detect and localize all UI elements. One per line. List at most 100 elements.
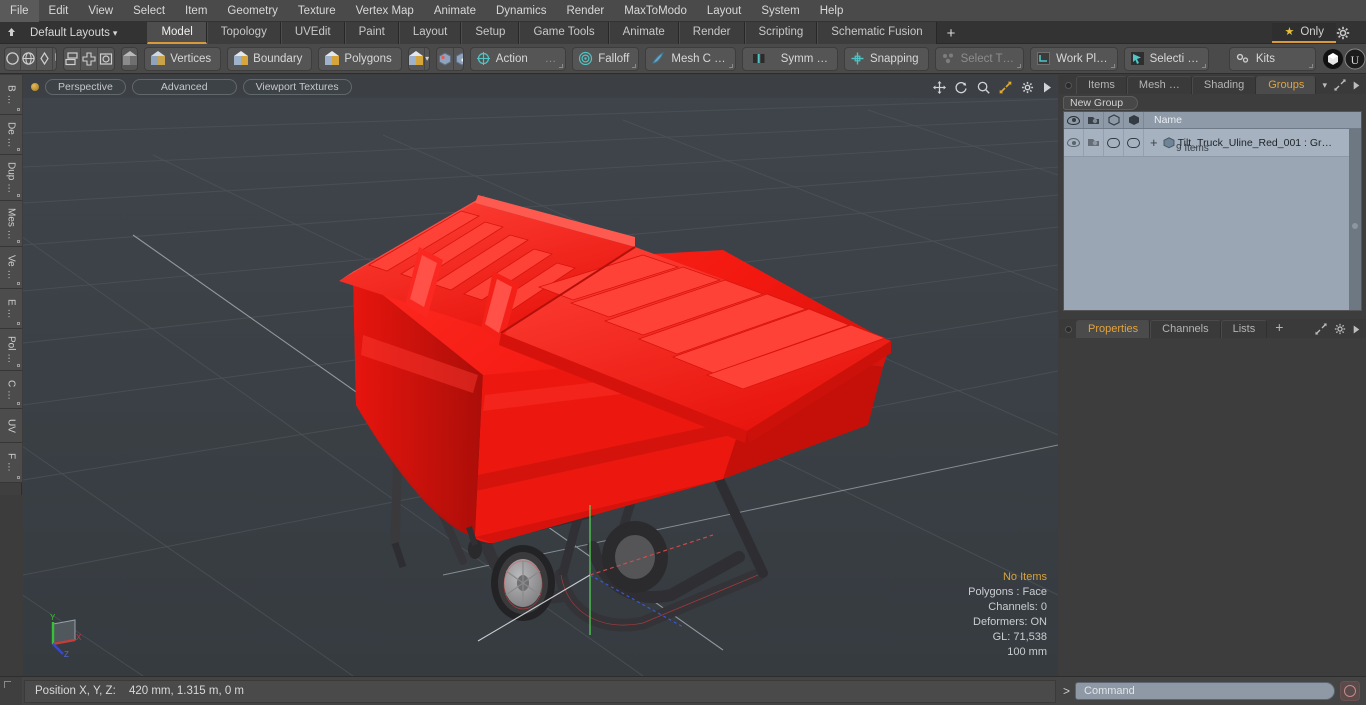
menu-item-edit[interactable]: Edit [39, 0, 79, 22]
sidebar-item-vertex[interactable]: Ve … [0, 247, 22, 289]
tab-schematic-fusion[interactable]: Schematic Fusion [817, 21, 937, 44]
row-shade-toggle[interactable] [1124, 129, 1144, 156]
popout-icon[interactable] [1334, 79, 1346, 91]
tab-setup[interactable]: Setup [461, 21, 520, 44]
select-through-button[interactable]: Select T… [934, 46, 1025, 71]
tab-shading[interactable]: Shading [1191, 76, 1257, 94]
snapping-button[interactable]: Snapping [843, 46, 929, 71]
tab-properties[interactable]: Properties [1076, 320, 1151, 338]
add-tab-button[interactable]: + [937, 24, 966, 44]
table-row[interactable]: + Tilt_Truck_Uline_Red_001 : Gr… 9 Items [1064, 129, 1361, 157]
menu-item-texture[interactable]: Texture [288, 0, 346, 22]
wire-icon[interactable] [1104, 112, 1124, 128]
only-toggle-button[interactable]: ★ Only [1272, 22, 1336, 43]
array-icon[interactable] [81, 47, 98, 70]
layout-selector[interactable]: Default Layouts ▾ [22, 27, 125, 39]
sidebar-item-polygon[interactable]: Pol … [0, 329, 22, 371]
selection-mode-vertices[interactable]: Vertices [144, 46, 222, 71]
menu-item-select[interactable]: Select [123, 0, 175, 22]
sidebar-item-curve[interactable]: C … [0, 371, 22, 409]
tab-channels[interactable]: Channels [1150, 320, 1221, 338]
panel-menu-dot-icon[interactable] [1065, 326, 1072, 333]
tab-animate[interactable]: Animate [608, 21, 679, 44]
globe-icon[interactable] [21, 47, 37, 70]
gear-icon[interactable] [1021, 81, 1034, 94]
command-record-button[interactable] [1340, 681, 1360, 701]
row-render-toggle[interactable] [1084, 129, 1104, 156]
modo-logo-icon[interactable] [1322, 47, 1344, 71]
viewport-textures-selector[interactable]: Viewport Textures [242, 78, 352, 95]
mirror-icon[interactable] [64, 47, 81, 70]
unreal-logo-icon[interactable]: U [1344, 47, 1366, 71]
selection-mode-boundary[interactable]: Boundary [227, 46, 313, 71]
new-group-button[interactable]: New Group [1063, 95, 1139, 110]
row-wire-toggle[interactable] [1104, 129, 1124, 156]
menu-item-geometry[interactable]: Geometry [217, 0, 288, 22]
gear-icon[interactable] [1336, 26, 1362, 40]
circle-icon[interactable] [5, 47, 21, 70]
tab-mesh[interactable]: Mesh … [1126, 76, 1192, 94]
sidebar-item-basic[interactable]: B … [0, 75, 22, 115]
command-input[interactable]: Command [1075, 682, 1335, 700]
visible-eye-icon[interactable] [1064, 112, 1084, 128]
material-b-icon[interactable] [454, 48, 463, 70]
tab-render[interactable]: Render [678, 21, 745, 44]
menu-item-item[interactable]: Item [175, 0, 217, 22]
tab-layout[interactable]: Layout [398, 21, 462, 44]
tab-items[interactable]: Items [1076, 76, 1127, 94]
radial-icon[interactable] [115, 47, 116, 71]
popout-icon[interactable] [1315, 323, 1327, 335]
menu-item-help[interactable]: Help [810, 0, 854, 22]
row-name-cell[interactable]: + Tilt_Truck_Uline_Red_001 : Gr… 9 Items [1144, 129, 1361, 156]
cube-items-icon[interactable] [409, 47, 425, 70]
action-center-button[interactable]: Action … [469, 46, 567, 71]
rotate-icon[interactable] [955, 81, 968, 94]
groups-list[interactable]: Name + Tilt_Truck_Uline_Red_001 : Gr… 9 … [1063, 111, 1362, 311]
sidebar-item-deform[interactable]: De … [0, 115, 22, 155]
expand-icon[interactable] [999, 81, 1012, 94]
symmetry-button[interactable]: Symm … [741, 46, 838, 71]
kits-button[interactable]: Kits [1228, 46, 1316, 71]
sidebar-item-fusion[interactable]: F … [0, 443, 22, 483]
tab-scripting[interactable]: Scripting [744, 21, 818, 44]
tab-uvedit[interactable]: UVEdit [280, 21, 345, 44]
sidebar-item-edge[interactable]: E … [0, 289, 22, 329]
expand-toggle[interactable]: + [1148, 136, 1160, 149]
panel-menu-dot-icon[interactable] [1065, 82, 1072, 89]
menu-item-animate[interactable]: Animate [424, 0, 486, 22]
viewport-shading-selector[interactable]: Advanced [131, 78, 237, 95]
menu-item-system[interactable]: System [751, 0, 809, 22]
menu-item-dynamics[interactable]: Dynamics [486, 0, 556, 22]
menu-item-render[interactable]: Render [556, 0, 614, 22]
viewport-3d[interactable]: Perspective Advanced Viewport Textures N… [23, 75, 1058, 676]
chevron-down-icon[interactable]: ▾ [1322, 80, 1327, 91]
items-dropdown-group[interactable]: ▾ [407, 46, 431, 71]
menu-item-layout[interactable]: Layout [697, 0, 752, 22]
gear-icon[interactable] [1334, 323, 1346, 335]
tab-topology[interactable]: Topology [206, 21, 281, 44]
chevron-down-icon[interactable]: ▾ [425, 48, 430, 70]
groups-list-scrollbar[interactable] [1349, 129, 1361, 310]
sidebar-item-mesh-edit[interactable]: Mes … [0, 201, 22, 247]
tab-game-tools[interactable]: Game Tools [519, 21, 609, 44]
play-icon[interactable] [1043, 82, 1052, 93]
shade-icon[interactable] [1124, 112, 1144, 128]
sidebar-item-duplicate[interactable]: Dup … [0, 155, 22, 201]
add-properties-tab-button[interactable]: + [1267, 320, 1291, 338]
falloff-button[interactable]: Falloff [572, 46, 640, 71]
bevel-icon[interactable] [98, 47, 115, 70]
scrollbar-grip[interactable] [1352, 223, 1358, 229]
render-icon[interactable] [1084, 112, 1104, 128]
menu-item-maxtomodo[interactable]: MaxToModo [614, 0, 697, 22]
polygon-pen-icon[interactable] [53, 48, 56, 70]
cube-grey-icon[interactable] [121, 46, 139, 71]
tab-model[interactable]: Model [147, 21, 207, 44]
zoom-icon[interactable] [977, 81, 990, 94]
viewport-perspective-selector[interactable]: Perspective [45, 78, 126, 95]
tab-lists[interactable]: Lists [1220, 320, 1268, 338]
tab-paint[interactable]: Paint [344, 21, 399, 44]
play-icon[interactable] [1353, 325, 1360, 334]
selection-mode-polygons[interactable]: Polygons [318, 46, 402, 71]
selection-set-button[interactable]: Selecti … [1123, 46, 1209, 71]
mesh-constraint-button[interactable]: Mesh C … [645, 46, 736, 71]
